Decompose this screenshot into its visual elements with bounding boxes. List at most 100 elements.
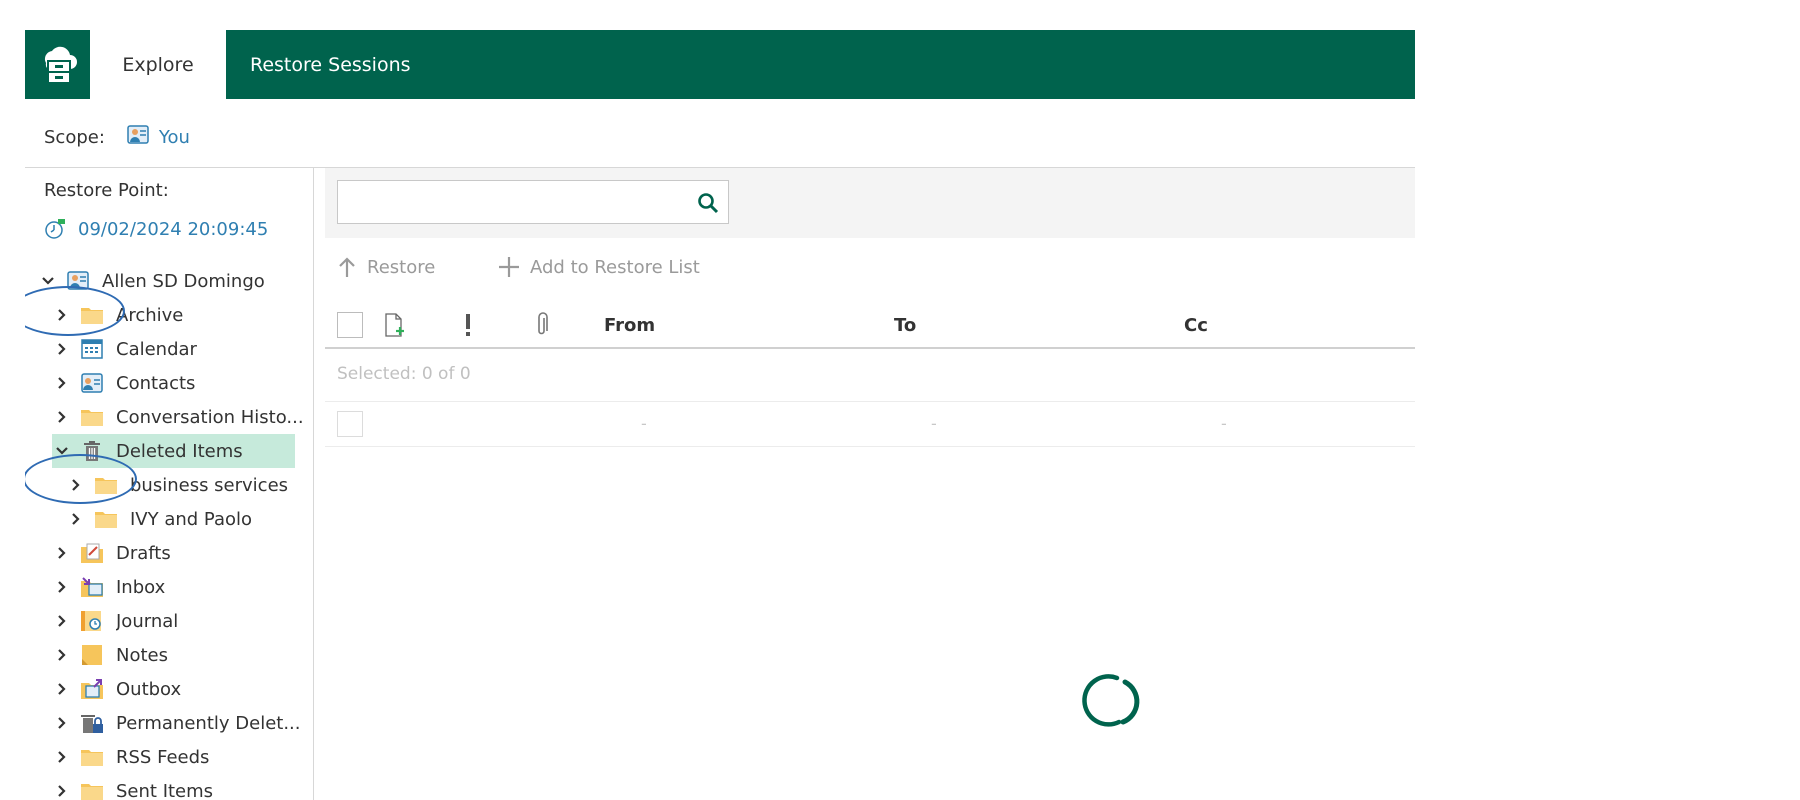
folder-icon [80,780,104,800]
chevron-right-icon[interactable] [52,781,72,800]
tree-item-drafts[interactable]: Drafts [52,536,307,570]
tree-item-conversation-history[interactable]: Conversation Histo... [52,400,307,434]
tab-restore-sessions-label: Restore Sessions [250,53,411,76]
drafts-icon [80,542,104,564]
chevron-right-icon[interactable] [52,407,72,427]
tab-restore-sessions[interactable]: Restore Sessions [226,30,411,99]
notes-icon [80,644,104,666]
loading-spinner-icon [1079,670,1149,734]
chevron-right-icon[interactable] [52,543,72,563]
chevron-right-icon[interactable] [52,645,72,665]
chevron-down-icon[interactable] [38,271,58,291]
folder-icon [94,508,118,530]
restore-point-clock-icon [45,219,65,239]
cell-to: - [931,414,937,433]
tree-item-inbox[interactable]: Inbox [52,570,307,604]
tree-item-label: Deleted Items [116,440,243,462]
chevron-right-icon[interactable] [52,373,72,393]
scope-label: Scope: [44,126,105,148]
inbox-icon [80,576,104,598]
tree-item-label: business services [130,474,289,496]
tree-item-label: Drafts [116,542,171,564]
row-checkbox[interactable] [337,411,363,437]
tab-explore-label: Explore [122,53,194,76]
column-header-from[interactable]: From [604,303,655,347]
importance-icon[interactable] [463,303,473,347]
arrow-up-icon [339,257,355,277]
tree-item-rss-feeds[interactable]: RSS Feeds [52,740,307,774]
restore-point-label: Restore Point: [44,180,169,201]
search-area [325,168,1415,238]
locked-trash-icon [80,712,104,734]
restore-button[interactable]: Restore [337,252,435,282]
column-header-to[interactable]: To [894,303,916,347]
tree-item-permanently-deleted[interactable]: Permanently Delet... [52,706,307,740]
scope-value-link[interactable]: You [159,127,190,148]
selection-count: Selected: 0 of 0 [337,364,471,384]
restore-button-label: Restore [367,256,436,278]
cell-from: - [641,414,647,433]
app-window: Explore Restore Sessions Scope: You Rest… [25,30,1415,800]
tree-item-label: Archive [116,304,184,326]
tree-item-sent-items[interactable]: Sent Items [52,774,307,800]
chevron-right-icon[interactable] [52,339,72,359]
chevron-down-icon[interactable] [52,441,72,461]
add-to-restore-list-button[interactable]: Add to Restore List [498,252,700,282]
tree-item-outbox[interactable]: Outbox [52,672,307,706]
panel-divider[interactable] [313,168,314,800]
chevron-right-icon[interactable] [52,577,72,597]
chevron-right-icon[interactable] [52,713,72,733]
scope-row: Scope: You [44,122,190,152]
tree-item-label: Permanently Delet... [116,712,301,734]
chevron-right-icon[interactable] [52,305,72,325]
folder-icon [94,474,118,496]
tree-item-business-services[interactable]: business services [66,468,311,502]
tree-item-label: IVY and Paolo [130,508,253,530]
tree-item-calendar[interactable]: Calendar [52,332,307,366]
table-row[interactable]: - - - [325,402,1415,447]
calendar-icon [80,338,104,360]
select-all-checkbox[interactable] [337,312,363,338]
table-header: From To Cc [325,303,1415,349]
tree-item-contacts[interactable]: Contacts [52,366,307,400]
tree-item-label: Sent Items [116,780,214,800]
chevron-right-icon[interactable] [66,475,86,495]
tree-item-label: Journal [116,610,179,632]
restore-point-link[interactable]: 09/02/2024 20:09:45 [44,218,268,240]
restore-point-value: 09/02/2024 20:09:45 [78,218,269,240]
tree-item-label: Conversation Histo... [116,406,304,428]
tree-item-ivy-and-paolo[interactable]: IVY and Paolo [66,502,311,536]
tab-explore[interactable]: Explore [90,30,226,99]
chevron-right-icon[interactable] [52,747,72,767]
mailbox-user-icon [66,270,90,292]
contacts-icon [80,372,104,394]
tree-root-mailbox[interactable]: Allen SD Domingo [38,264,265,298]
attachment-icon[interactable] [535,303,549,347]
app-logo-icon [25,30,90,99]
tree-item-label: RSS Feeds [116,746,210,768]
new-item-icon[interactable] [383,303,407,347]
folder-icon [80,304,104,326]
search-icon[interactable] [694,189,722,217]
folder-icon [80,406,104,428]
plus-icon [499,257,519,277]
outbox-icon [80,678,104,700]
chevron-right-icon[interactable] [52,611,72,631]
tree-item-label: Allen SD Domingo [102,270,265,292]
tree-item-notes[interactable]: Notes [52,638,307,672]
cell-cc: - [1221,414,1227,433]
column-header-cc[interactable]: Cc [1184,303,1208,347]
folder-panel: Restore Point: 09/02/2024 20:09:45 Allen… [25,168,313,800]
tree-item-deleted-items[interactable]: Deleted Items [52,434,295,468]
tree-item-archive[interactable]: Archive [52,298,307,332]
chevron-right-icon[interactable] [66,509,86,529]
chevron-right-icon[interactable] [52,679,72,699]
trash-icon [80,440,104,462]
mailbox-user-icon [127,124,149,151]
top-bar: Explore Restore Sessions [25,30,1415,99]
tree-item-label: Notes [116,644,168,666]
tree-item-label: Outbox [116,678,182,700]
search-box [337,180,729,224]
search-input[interactable] [338,181,688,223]
tree-item-journal[interactable]: Journal [52,604,307,638]
